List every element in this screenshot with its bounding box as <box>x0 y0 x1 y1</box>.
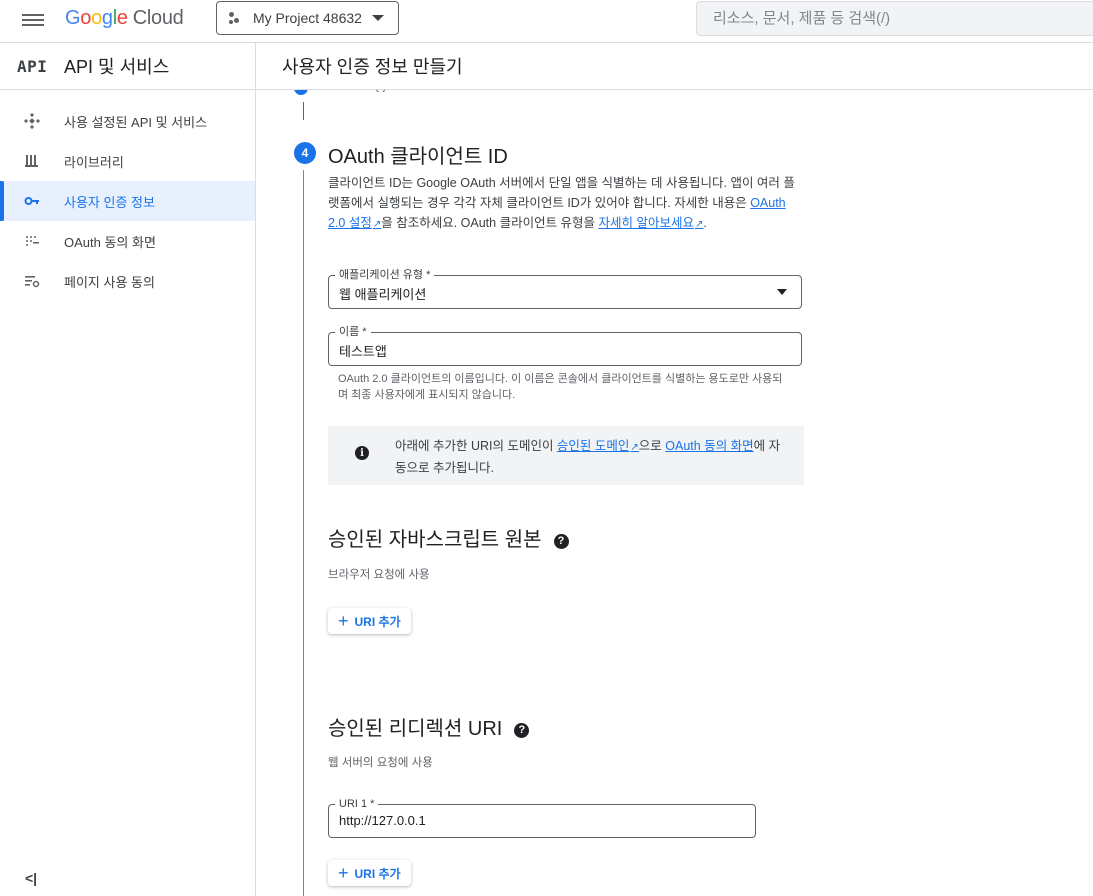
link-text: 승인된 도메인 <box>556 439 630 453</box>
page-title: 사용자 인증 정보 만들기 <box>282 57 463 77</box>
main-content: ( ) 4 OAuth 클라이언트 ID 클라이언트 ID는 Google OA… <box>256 90 1093 896</box>
name-value: 테스트앱 <box>339 344 387 359</box>
previous-step-indicator <box>294 90 308 95</box>
help-icon[interactable]: ? <box>553 533 569 549</box>
js-origins-title: 승인된 자바스크립트 원본? <box>328 523 569 552</box>
sidebar-item-label: 페이지 사용 동의 <box>64 274 155 290</box>
info-text: 아래에 추가한 URI의 도메인이 승인된 도메인↗으로 OAuth 동의 화면… <box>395 436 790 478</box>
application-type-value: 웹 애플리케이션 <box>339 287 427 302</box>
learn-more-link[interactable]: 자세히 알아보세요↗ <box>599 216 704 230</box>
uri-1-value: http://127.0.0.1 <box>339 813 426 828</box>
sidebar-item-library[interactable]: 라이브러리 <box>0 141 255 181</box>
add-js-origin-uri-button[interactable]: + URI 추가 <box>328 608 411 634</box>
name-input[interactable]: 이름 * 테스트앱 <box>328 325 802 366</box>
sidebar-item-page-usage-agreement[interactable]: 페이지 사용 동의 <box>0 261 255 301</box>
collapse-sidebar-icon[interactable]: <| <box>25 870 37 886</box>
library-icon <box>23 152 41 170</box>
project-name: My Project 48632 <box>253 10 362 26</box>
page-header: 사용자 인증 정보 만들기 <box>256 43 1093 90</box>
name-hint: OAuth 2.0 클라이언트의 이름입니다. 이 이름은 콘솔에서 클라이언트… <box>338 373 783 401</box>
step-number-badge: 4 <box>294 142 316 164</box>
sidebar-title: API 및 서비스 <box>64 57 170 77</box>
application-type-label: 애플리케이션 유형 * <box>335 268 435 282</box>
sidebar-item-label: 사용 설정된 API 및 서비스 <box>64 114 208 130</box>
api-hub-icon <box>23 112 41 130</box>
step-description: 클라이언트 ID는 Google OAuth 서버에서 단일 앱을 식별하는 데… <box>328 173 804 235</box>
sidebar-item-label: OAuth 동의 화면 <box>64 234 156 250</box>
api-logo-icon: API <box>17 56 48 76</box>
oauth-consent-screen-link[interactable]: OAuth 동의 화면 <box>665 439 753 453</box>
project-icon <box>229 11 243 25</box>
sidebar-item-oauth-consent[interactable]: OAuth 동의 화면 <box>0 221 255 261</box>
sidebar-item-label: 사용자 인증 정보 <box>64 194 155 210</box>
description-text: . <box>703 216 707 230</box>
sidebar-header: API API 및 서비스 <box>0 43 255 90</box>
description-text: 을 참조하세요. OAuth 클라이언트 유형을 <box>381 216 599 230</box>
section-title-text: 승인된 리디렉션 URI <box>328 718 503 740</box>
logo-cloud-text: Cloud <box>132 7 184 29</box>
button-label: URI 추가 <box>354 614 401 629</box>
previous-step-text: ( ) <box>374 90 387 92</box>
help-icon[interactable]: ? <box>514 722 530 738</box>
left-sidebar: API API 및 서비스 사용 설정된 API 및 서비스 라이브러리 사용자… <box>0 43 256 896</box>
plus-icon: + <box>338 611 349 631</box>
uri-1-label: URI 1 * <box>335 797 379 811</box>
external-link-icon: ↗ <box>372 219 382 230</box>
application-type-select[interactable]: 애플리케이션 유형 * 웹 애플리케이션 <box>328 268 802 309</box>
sidebar-item-label: 라이브러리 <box>64 154 124 170</box>
sidebar-item-enabled-apis[interactable]: 사용 설정된 API 및 서비스 <box>0 101 255 141</box>
link-text: 자세히 알아보세요 <box>598 216 695 230</box>
description-text: 클라이언트 ID는 Google OAuth 서버에서 단일 앱을 식별하는 데… <box>328 176 795 210</box>
name-label: 이름 * <box>335 325 371 339</box>
button-label: URI 추가 <box>354 866 401 881</box>
info-text-part: 아래에 추가한 URI의 도메인이 <box>395 439 557 453</box>
info-icon: i <box>355 446 369 460</box>
step-connector <box>303 102 304 120</box>
authorized-domains-link[interactable]: 승인된 도메인↗ <box>557 439 639 453</box>
add-redirect-uri-button[interactable]: + URI 추가 <box>328 860 411 886</box>
info-text-part: 으로 <box>638 439 666 453</box>
sidebar-nav: 사용 설정된 API 및 서비스 라이브러리 사용자 인증 정보 OAuth 동… <box>0 101 255 301</box>
key-icon <box>23 192 41 210</box>
step-connector <box>303 170 304 896</box>
section-title-text: 승인된 자바스크립트 원본 <box>328 529 542 551</box>
top-bar: Google Cloud My Project 48632 <box>0 0 1093 43</box>
info-banner: i 아래에 추가한 URI의 도메인이 승인된 도메인↗으로 OAuth 동의 … <box>328 426 804 485</box>
redirect-uris-title: 승인된 리디렉션 URI? <box>328 712 530 741</box>
logo-google-text: Google <box>65 7 128 29</box>
redirect-uri-1-input[interactable]: URI 1 * http://127.0.0.1 <box>328 797 756 838</box>
step-title: OAuth 클라이언트 ID <box>328 146 508 168</box>
sidebar-item-credentials[interactable]: 사용자 인증 정보 <box>0 181 255 221</box>
consent-dots-icon <box>23 232 41 250</box>
external-link-icon: ↗ <box>630 442 639 453</box>
search-input[interactable] <box>696 1 1093 36</box>
dropdown-arrow-icon <box>777 289 787 295</box>
redirect-uris-subtitle: 웹 서버의 요청에 사용 <box>328 757 433 769</box>
settings-list-icon <box>23 272 41 290</box>
chevron-down-icon <box>372 15 384 21</box>
js-origins-subtitle: 브라우저 요청에 사용 <box>328 569 430 581</box>
main-menu-icon[interactable] <box>22 11 44 29</box>
plus-icon: + <box>338 863 349 883</box>
google-cloud-logo[interactable]: Google Cloud <box>65 7 184 30</box>
project-picker[interactable]: My Project 48632 <box>216 1 399 35</box>
